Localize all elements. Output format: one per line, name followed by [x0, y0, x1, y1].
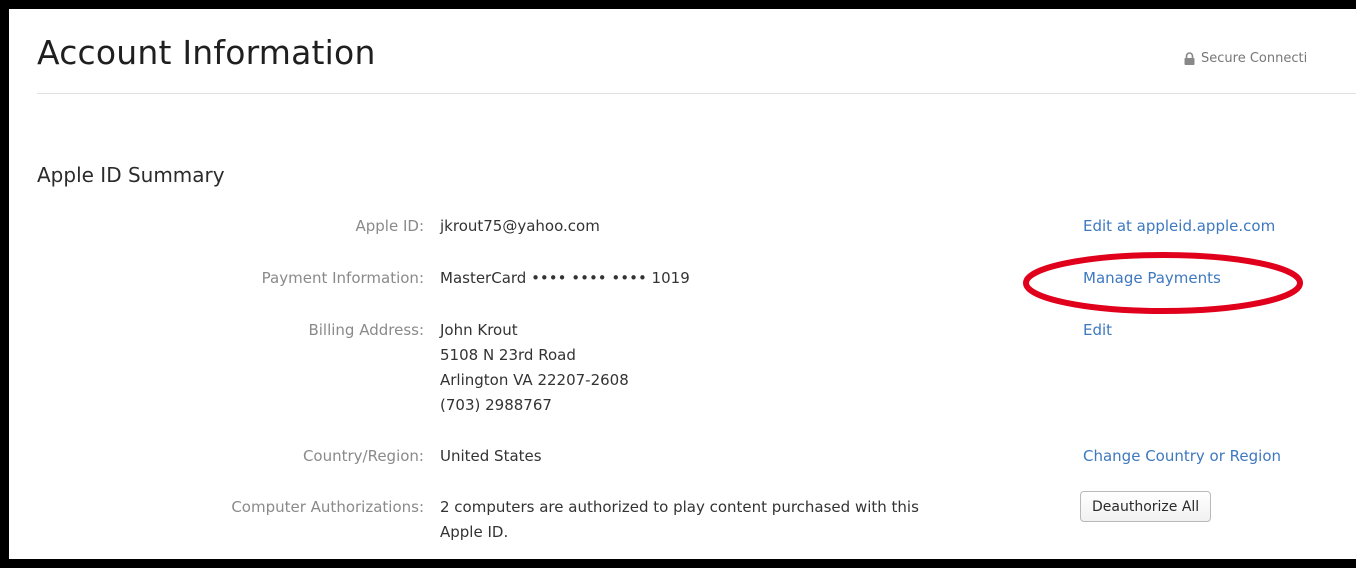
billing-address-city: Arlington VA 22207-2608: [440, 371, 629, 389]
billing-address-street: 5108 N 23rd Road: [440, 346, 576, 364]
computer-authorizations-value: 2 computers are authorized to play conte…: [440, 495, 919, 545]
manage-payments-link[interactable]: Manage Payments: [1083, 266, 1221, 291]
computer-authorizations-label: Computer Authorizations:: [231, 498, 424, 516]
country-region-value: United States: [440, 447, 542, 465]
payment-information-value: MasterCard •••• •••• •••• 1019: [440, 269, 690, 287]
country-region-label: Country/Region:: [302, 447, 424, 465]
computer-authorizations-line-2: Apple ID.: [440, 523, 509, 541]
change-country-link[interactable]: Change Country or Region: [1083, 444, 1281, 469]
apple-id-label: Apple ID:: [355, 217, 425, 235]
page-title: Account Information: [37, 33, 376, 72]
billing-address-name: John Krout: [440, 321, 518, 339]
billing-address-phone: (703) 2988767: [440, 396, 552, 414]
payment-information-label: Payment Information:: [261, 269, 424, 287]
secure-connection-label: Secure Connecti: [1201, 51, 1308, 66]
deauthorize-all-button[interactable]: Deauthorize All: [1080, 491, 1212, 522]
header-divider: [37, 93, 1356, 94]
apple-id-value: jkrout75@yahoo.com: [440, 217, 600, 235]
billing-address-label: Billing Address:: [308, 321, 424, 339]
billing-address-value: John Krout 5108 N 23rd Road Arlington VA…: [440, 318, 629, 418]
secure-connection-indicator: Secure Connecti: [1184, 51, 1307, 66]
edit-at-appleid-link[interactable]: Edit at appleid.apple.com: [1083, 214, 1275, 239]
edit-billing-address-link[interactable]: Edit: [1083, 318, 1112, 343]
computer-authorizations-line-1: 2 computers are authorized to play conte…: [440, 498, 919, 516]
section-title: Apple ID Summary: [37, 163, 225, 187]
lock-icon: [1184, 52, 1195, 65]
account-information-page: Account Information Secure Connecti Appl…: [9, 9, 1356, 559]
